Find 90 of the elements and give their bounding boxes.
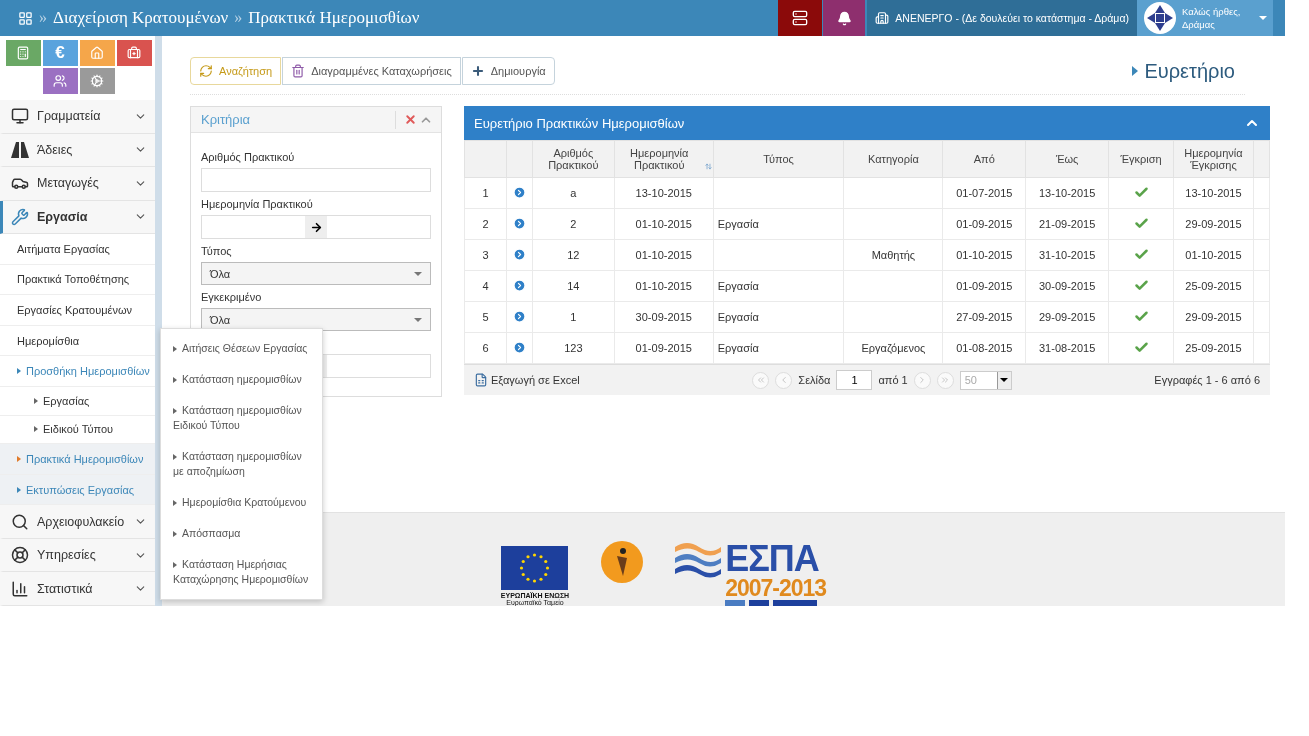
table-cell: Εργασία (713, 270, 844, 302)
table-cell: 01-08-2015 (942, 332, 1026, 364)
flyout-menu-item[interactable]: Ημερομίσθια Κρατούμενου (161, 486, 322, 518)
table-cell: 21-09-2015 (1025, 208, 1109, 240)
logo-years: 2007-2013 (725, 577, 827, 600)
greeting: Καλώς ήρθες, (1182, 5, 1242, 18)
field-label: Αριθμός Πρακτικού (201, 151, 296, 164)
sidebar-item[interactable]: Άδειες (0, 133, 155, 168)
table-cell: Εργασία (713, 332, 844, 364)
table-cell: 01-10-2015 (614, 239, 714, 271)
column-header[interactable]: Έγκριση (1108, 140, 1174, 178)
breadcrumb-separator: » (234, 9, 243, 27)
breadcrumb[interactable]: Διαχείριση Κρατουμένων (53, 8, 229, 28)
column-header[interactable]: Έως (1025, 140, 1109, 178)
table-cell: 25-09-2015 (1173, 332, 1254, 364)
column-header[interactable]: Ημερομηνία Πρακτικού (614, 140, 714, 178)
sidebar-item[interactable]: Εργασία (0, 200, 155, 235)
flyout-menu-item[interactable]: Κατάσταση ημερομισθίων με αποζημίωση (161, 440, 322, 487)
table-cell: 13-10-2015 (1025, 177, 1109, 209)
table-cell: 01-10-2015 (614, 270, 714, 302)
table-cell: 14 (532, 270, 615, 302)
table-cell: 01-10-2015 (1173, 239, 1254, 271)
table-cell: 31-10-2015 (1025, 239, 1109, 271)
table-cell: Εργαζόμενος (843, 332, 943, 364)
field-label: Εγκεκριμένο (201, 291, 263, 304)
flyout-menu-item[interactable]: Κατάσταση ημερομισθίων Ειδικού Τύπου (161, 394, 322, 441)
user-name: Δράμας (1182, 18, 1216, 31)
page-count: από 1 (878, 374, 908, 386)
table-cell: Εργασία (713, 208, 844, 240)
column-header[interactable]: Κατηγορία (843, 140, 943, 178)
table-cell: 12 (532, 239, 615, 271)
column-header[interactable]: Αριθμός Πρακτικού (532, 140, 615, 178)
table-cell: 6 (464, 332, 507, 364)
table-cell: a (532, 177, 615, 209)
table-cell: 123 (532, 332, 615, 364)
sidebar-item[interactable]: Υπηρεσίες (0, 538, 155, 573)
breadcrumb-separator: » (39, 9, 47, 27)
export-link[interactable]: Εξαγωγή σε Excel (474, 373, 580, 387)
breadcrumb[interactable]: Πρακτικά Ημερομισθίων (248, 8, 420, 28)
table-cell: 30-09-2015 (614, 301, 714, 333)
table-cell: 25-09-2015 (1173, 270, 1254, 302)
flyout-menu-item[interactable]: Αιτήσεις Θέσεων Εργασίας (161, 332, 322, 364)
sidebar-item[interactable]: Μεταγωγές (0, 167, 155, 201)
sidebar-item[interactable]: Στατιστικά (0, 572, 155, 606)
flyout-menu-item[interactable]: Απόσπασμα (161, 517, 322, 549)
table-cell: 29-09-2015 (1025, 301, 1109, 333)
table-cell: 30-09-2015 (1025, 270, 1109, 302)
table-cell: 01-07-2015 (942, 177, 1026, 209)
select-field[interactable]: Όλα (201, 308, 431, 331)
column-header[interactable]: Από (942, 140, 1026, 178)
column-header[interactable]: Τύπος (713, 140, 844, 178)
page-title: Ευρετήριο (1132, 59, 1235, 83)
flyout-menu-item[interactable]: Κατάσταση ημερομισθίων (161, 363, 322, 395)
field-label: Τύπος (201, 245, 233, 258)
table-cell: 2 (464, 208, 507, 240)
toolbar-button[interactable]: Διαγραμμένες Καταχωρήσεις (282, 57, 461, 85)
sidebar-subitem[interactable]: Πρακτικά Ημερομισθίων (0, 444, 155, 475)
table-cell: 01-09-2015 (942, 270, 1026, 302)
store-status[interactable]: ΑΝΕΝΕΡΓΟ - (Δε δουλεύει το κατάστημα - Δράμα) (867, 0, 1137, 36)
table-cell: 29-09-2015 (1173, 208, 1254, 240)
table-cell: 01-10-2015 (942, 239, 1026, 271)
table-cell: 29-09-2015 (1173, 301, 1254, 333)
toolbar-button[interactable]: Δημιουργία (461, 57, 555, 85)
table-cell: Εργασία (713, 301, 844, 333)
page-label: Σελίδα (798, 374, 831, 386)
sidebar-item[interactable]: Γραμματεία (0, 100, 155, 134)
field-label: Ημερομηνία Πρακτικού (201, 198, 314, 211)
grid-title: Ευρετήριο Πρακτικών Ημερομισθίων (474, 115, 685, 131)
logo-title: ΕΣΠΑ (725, 541, 820, 577)
table-cell: 1 (532, 301, 615, 333)
table-cell: Μαθητής (843, 239, 943, 271)
column-header[interactable]: Ημερομηνία Έγκρισης (1173, 140, 1254, 178)
select-field[interactable]: Όλα (201, 262, 431, 285)
table-cell: 01-09-2015 (614, 332, 714, 364)
table-cell: 01-09-2015 (942, 208, 1026, 240)
table-cell: 13-10-2015 (1173, 177, 1254, 209)
table-cell: 27-09-2015 (942, 301, 1026, 333)
flyout-menu-item[interactable]: Κατάσταση Ημερήσιας Καταχώρησης Ημερομισθίων (161, 548, 322, 595)
table-cell: 5 (464, 301, 507, 333)
page-input[interactable]: 1 (836, 370, 873, 390)
table-cell: 13-10-2015 (614, 177, 714, 209)
table-cell: 4 (464, 270, 507, 302)
table-cell: 1 (464, 177, 507, 209)
sidebar-item[interactable]: Αρχειοφυλακείο (0, 505, 155, 539)
panel-title: Κριτήρια (201, 112, 252, 127)
table-cell: 3 (464, 239, 507, 271)
table-cell: 31-08-2015 (1025, 332, 1109, 364)
table-cell: 01-10-2015 (614, 208, 714, 240)
records-count: Εγγραφές 1 - 6 από 6 (1154, 374, 1260, 386)
table-cell: 2 (532, 208, 615, 240)
